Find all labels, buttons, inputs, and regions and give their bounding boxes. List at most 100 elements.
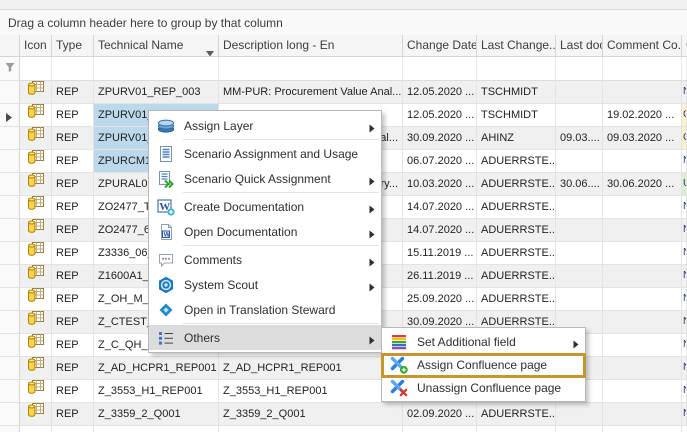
cell-comment[interactable] xyxy=(603,311,682,334)
cell-last-doc[interactable] xyxy=(556,403,603,426)
cell-change-date[interactable]: 25.09.2020 ... xyxy=(403,288,477,311)
cell-comment[interactable] xyxy=(603,196,682,219)
group-by-panel[interactable]: Drag a column header here to group by th… xyxy=(0,10,687,35)
row-indicator[interactable] xyxy=(0,127,20,150)
cell-last-changed[interactable]: ADUERRSTE... xyxy=(477,173,556,196)
cell-description[interactable] xyxy=(219,426,403,432)
cell-comment[interactable] xyxy=(603,219,682,242)
cell-icon[interactable] xyxy=(20,403,52,426)
row-indicator[interactable] xyxy=(0,334,20,357)
cell-change-date[interactable]: 02.09.2020 ... xyxy=(403,403,477,426)
cell-confluence-status[interactable]: N xyxy=(682,288,687,311)
column-header-last-changed[interactable]: Last Change... xyxy=(477,35,556,57)
cell-comment[interactable]: 09.03.2020 ... xyxy=(603,127,682,150)
cell-change-date[interactable]: 12.05.2020 ... xyxy=(403,81,477,104)
cell-description[interactable]: MM-PUR: Procurement Value Anal... xyxy=(219,81,403,104)
cell-technical-name[interactable]: Z_3553_H1_REP001 xyxy=(94,380,219,403)
cell-last-doc[interactable] xyxy=(556,219,603,242)
cell-icon[interactable] xyxy=(20,219,52,242)
cell-confluence-status[interactable]: N xyxy=(682,334,687,357)
row-indicator[interactable] xyxy=(0,311,20,334)
cell-type[interactable]: REP xyxy=(52,127,94,150)
cell-icon[interactable] xyxy=(20,81,52,104)
menu-item-create-documentation[interactable]: WCreate Documentation xyxy=(149,194,381,219)
cell-change-date[interactable]: 14.07.2020 ... xyxy=(403,196,477,219)
row-indicator[interactable] xyxy=(0,288,20,311)
column-header-change-date[interactable]: Change Date xyxy=(403,35,477,57)
cell-confluence-status[interactable] xyxy=(682,426,687,432)
cell-last-changed[interactable] xyxy=(477,426,556,432)
row-indicator[interactable] xyxy=(0,426,20,432)
cell-confluence-status[interactable]: N xyxy=(682,357,687,380)
cell-comment[interactable]: 30.06.2020 ... xyxy=(603,173,682,196)
cell-last-changed[interactable]: ADUERRSTE... xyxy=(477,242,556,265)
cell-last-changed[interactable]: TSCHMIDT xyxy=(477,81,556,104)
cell-type[interactable]: REP xyxy=(52,357,94,380)
cell-last-doc[interactable] xyxy=(556,242,603,265)
cell-description[interactable]: Z_3553_H1_REP001 xyxy=(219,380,403,403)
cell-comment[interactable] xyxy=(603,242,682,265)
cell-icon[interactable] xyxy=(20,311,52,334)
row-indicator[interactable] xyxy=(0,357,20,380)
row-indicator[interactable] xyxy=(0,219,20,242)
row-indicator[interactable] xyxy=(0,173,20,196)
cell-last-doc[interactable] xyxy=(556,104,603,127)
row-indicator[interactable] xyxy=(0,380,20,403)
cell-change-date[interactable]: 10.03.2020 ... xyxy=(403,173,477,196)
cell-type[interactable]: REP xyxy=(52,242,94,265)
row-indicator[interactable] xyxy=(0,242,20,265)
cell-icon[interactable] xyxy=(20,242,52,265)
cell-change-date[interactable]: 06.07.2020 ... xyxy=(403,150,477,173)
column-header-last-doc[interactable]: Last doc. xyxy=(556,35,603,57)
cell-icon[interactable] xyxy=(20,265,52,288)
filter-cell-icon[interactable] xyxy=(20,57,52,81)
cell-confluence-status[interactable]: N xyxy=(682,81,687,104)
cell-technical-name[interactable]: Z_AD_HCPR1_REP001 xyxy=(94,357,219,380)
column-header-icon[interactable]: Icon xyxy=(20,35,52,57)
filter-cell-type[interactable] xyxy=(52,57,94,81)
column-header-type[interactable]: Type xyxy=(52,35,94,57)
cell-type[interactable]: REP xyxy=(52,288,94,311)
cell-icon[interactable] xyxy=(20,173,52,196)
cell-last-doc[interactable] xyxy=(556,150,603,173)
filter-cell-technical-name[interactable] xyxy=(94,57,219,81)
cell-type[interactable]: REP xyxy=(52,334,94,357)
cell-type[interactable]: REP xyxy=(52,104,94,127)
menu-item-scenario-assignment-and-usage[interactable]: Scenario Assignment and Usage xyxy=(149,141,381,166)
column-header-comment[interactable]: Comment Co... xyxy=(603,35,682,57)
cell-confluence-status[interactable]: N xyxy=(682,196,687,219)
cell-comment[interactable] xyxy=(603,265,682,288)
row-indicator-header[interactable] xyxy=(0,35,20,57)
menu-item-unassign-confluence-page[interactable]: Unassign Confluence page xyxy=(382,376,585,399)
row-indicator[interactable] xyxy=(0,196,20,219)
menu-item-comments[interactable]: Comments xyxy=(149,247,381,272)
cell-last-doc[interactable] xyxy=(556,81,603,104)
menu-item-open-in-translation-steward[interactable]: Open in Translation Steward xyxy=(149,297,381,322)
cell-icon[interactable] xyxy=(20,150,52,173)
cell-last-changed[interactable]: TSCHMIDT xyxy=(477,104,556,127)
cell-technical-name[interactable] xyxy=(94,426,219,432)
cell-type[interactable]: REP xyxy=(52,403,94,426)
cell-confluence-status[interactable]: C xyxy=(682,104,687,127)
cell-confluence-status[interactable]: N xyxy=(682,219,687,242)
cell-confluence-status[interactable]: U xyxy=(682,173,687,196)
menu-item-assign-layer[interactable]: Assign Layer xyxy=(149,113,381,138)
cell-technical-name[interactable]: ZPURV01_REP_003 xyxy=(94,81,219,104)
cell-last-doc[interactable] xyxy=(556,196,603,219)
cell-type[interactable]: REP xyxy=(52,219,94,242)
cell-comment[interactable] xyxy=(603,334,682,357)
cell-comment[interactable] xyxy=(603,81,682,104)
cell-comment[interactable] xyxy=(603,150,682,173)
cell-icon[interactable] xyxy=(20,127,52,150)
cell-comment[interactable] xyxy=(603,357,682,380)
filter-cell-last-doc[interactable] xyxy=(556,57,603,81)
cell-last-changed[interactable]: AHINZ xyxy=(477,127,556,150)
cell-icon[interactable] xyxy=(20,196,52,219)
column-header-description[interactable]: Description long - En xyxy=(219,35,403,57)
cell-confluence-status[interactable]: C xyxy=(682,127,687,150)
cell-type[interactable]: REP xyxy=(52,196,94,219)
cell-confluence-status[interactable]: N xyxy=(682,380,687,403)
cell-confluence-status[interactable]: N xyxy=(682,311,687,334)
cell-icon[interactable] xyxy=(20,334,52,357)
menu-item-others[interactable]: Others xyxy=(149,325,381,350)
